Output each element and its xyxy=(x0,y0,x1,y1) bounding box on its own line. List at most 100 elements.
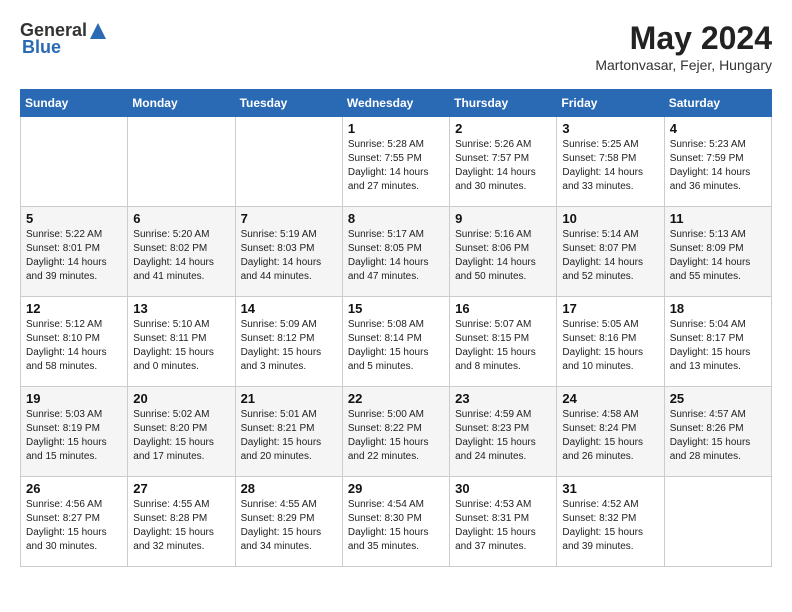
calendar-cell: 6 Sunrise: 5:20 AMSunset: 8:02 PMDaylight… xyxy=(128,207,235,297)
day-number: 28 xyxy=(241,481,337,496)
day-number: 10 xyxy=(562,211,658,226)
logo: General Blue xyxy=(20,20,109,58)
cell-content: Sunrise: 4:55 AMSunset: 8:28 PMDaylight:… xyxy=(133,498,229,554)
cell-content: Sunrise: 5:07 AMSunset: 8:15 PMDaylight:… xyxy=(455,318,551,374)
calendar-cell: 3 Sunrise: 5:25 AMSunset: 7:58 PMDaylight… xyxy=(557,117,664,207)
cell-content: Sunrise: 4:52 AMSunset: 8:32 PMDaylight:… xyxy=(562,498,658,554)
cell-content: Sunrise: 4:57 AMSunset: 8:26 PMDaylight:… xyxy=(670,408,766,464)
day-number: 31 xyxy=(562,481,658,496)
day-number: 2 xyxy=(455,121,551,136)
day-number: 14 xyxy=(241,301,337,316)
calendar-cell: 15Sunrise: 5:08 AMSunset: 8:14 PMDayligh… xyxy=(342,297,449,387)
calendar-cell: 19 Sunrise: 5:03 AMSunset: 8:19 PMDayligh… xyxy=(21,387,128,477)
cell-content: Sunrise: 5:14 AMSunset: 8:07 PMDaylight:… xyxy=(562,228,658,284)
day-number: 7 xyxy=(241,211,337,226)
cell-content: Sunrise: 5:19 AMSunset: 8:03 PMDaylight:… xyxy=(241,228,337,284)
calendar-cell: 26 Sunrise: 4:56 AMSunset: 8:27 PMDayligh… xyxy=(21,477,128,567)
day-number: 1 xyxy=(348,121,444,136)
cell-content: Sunrise: 5:20 AMSunset: 8:02 PMDaylight:… xyxy=(133,228,229,284)
week-row-4: 19 Sunrise: 5:03 AMSunset: 8:19 PMDayligh… xyxy=(21,387,772,477)
cell-content: Sunrise: 4:54 AMSunset: 8:30 PMDaylight:… xyxy=(348,498,444,554)
day-number: 26 xyxy=(26,481,122,496)
cell-content: Sunrise: 5:25 AMSunset: 7:58 PMDaylight:… xyxy=(562,138,658,194)
cell-content: Sunrise: 5:17 AMSunset: 8:05 PMDaylight:… xyxy=(348,228,444,284)
day-number: 16 xyxy=(455,301,551,316)
header-thursday: Thursday xyxy=(450,90,557,117)
cell-content: Sunrise: 5:23 AMSunset: 7:59 PMDaylight:… xyxy=(670,138,766,194)
cell-content: Sunrise: 4:59 AMSunset: 8:23 PMDaylight:… xyxy=(455,408,551,464)
calendar-table: Sunday Monday Tuesday Wednesday Thursday… xyxy=(20,89,772,567)
day-number: 13 xyxy=(133,301,229,316)
calendar-cell: 2 Sunrise: 5:26 AMSunset: 7:57 PMDaylight… xyxy=(450,117,557,207)
calendar-cell: 14 Sunrise: 5:09 AMSunset: 8:12 PMDayligh… xyxy=(235,297,342,387)
calendar-cell: 28 Sunrise: 4:55 AMSunset: 8:29 PMDayligh… xyxy=(235,477,342,567)
cell-content: Sunrise: 5:01 AMSunset: 8:21 PMDaylight:… xyxy=(241,408,337,464)
cell-content: Sunrise: 5:10 AMSunset: 8:11 PMDaylight:… xyxy=(133,318,229,374)
day-number: 5 xyxy=(26,211,122,226)
day-number: 29 xyxy=(348,481,444,496)
calendar-cell: 9 Sunrise: 5:16 AMSunset: 8:06 PMDaylight… xyxy=(450,207,557,297)
day-number: 9 xyxy=(455,211,551,226)
day-number: 11 xyxy=(670,211,766,226)
calendar-cell: 13 Sunrise: 5:10 AMSunset: 8:11 PMDayligh… xyxy=(128,297,235,387)
calendar-cell: 8Sunrise: 5:17 AMSunset: 8:05 PMDaylight… xyxy=(342,207,449,297)
day-number: 3 xyxy=(562,121,658,136)
calendar-cell xyxy=(235,117,342,207)
logo-icon xyxy=(88,21,108,41)
location-subtitle: Martonvasar, Fejer, Hungary xyxy=(595,57,772,73)
page-header: General Blue May 2024 Martonvasar, Fejer… xyxy=(20,20,772,73)
header-wednesday: Wednesday xyxy=(342,90,449,117)
calendar-cell: 21 Sunrise: 5:01 AMSunset: 8:21 PMDayligh… xyxy=(235,387,342,477)
day-number: 19 xyxy=(26,391,122,406)
calendar-cell: 12Sunrise: 5:12 AMSunset: 8:10 PMDayligh… xyxy=(21,297,128,387)
cell-content: Sunrise: 5:00 AMSunset: 8:22 PMDaylight:… xyxy=(348,408,444,464)
calendar-cell: 11 Sunrise: 5:13 AMSunset: 8:09 PMDayligh… xyxy=(664,207,771,297)
cell-content: Sunrise: 5:02 AMSunset: 8:20 PMDaylight:… xyxy=(133,408,229,464)
calendar-cell: 25 Sunrise: 4:57 AMSunset: 8:26 PMDayligh… xyxy=(664,387,771,477)
cell-content: Sunrise: 4:55 AMSunset: 8:29 PMDaylight:… xyxy=(241,498,337,554)
calendar-cell: 22Sunrise: 5:00 AMSunset: 8:22 PMDayligh… xyxy=(342,387,449,477)
cell-content: Sunrise: 5:13 AMSunset: 8:09 PMDaylight:… xyxy=(670,228,766,284)
calendar-cell: 16 Sunrise: 5:07 AMSunset: 8:15 PMDayligh… xyxy=(450,297,557,387)
day-number: 4 xyxy=(670,121,766,136)
title-block: May 2024 Martonvasar, Fejer, Hungary xyxy=(595,20,772,73)
header-friday: Friday xyxy=(557,90,664,117)
header-saturday: Saturday xyxy=(664,90,771,117)
week-row-1: 1 Sunrise: 5:28 AMSunset: 7:55 PMDaylight… xyxy=(21,117,772,207)
day-number: 30 xyxy=(455,481,551,496)
calendar-cell: 20 Sunrise: 5:02 AMSunset: 8:20 PMDayligh… xyxy=(128,387,235,477)
header-tuesday: Tuesday xyxy=(235,90,342,117)
calendar-cell: 31 Sunrise: 4:52 AMSunset: 8:32 PMDayligh… xyxy=(557,477,664,567)
cell-content: Sunrise: 5:28 AMSunset: 7:55 PMDaylight:… xyxy=(348,138,444,194)
header-monday: Monday xyxy=(128,90,235,117)
day-number: 23 xyxy=(455,391,551,406)
day-number: 20 xyxy=(133,391,229,406)
cell-content: Sunrise: 4:56 AMSunset: 8:27 PMDaylight:… xyxy=(26,498,122,554)
day-number: 12 xyxy=(26,301,122,316)
cell-content: Sunrise: 5:03 AMSunset: 8:19 PMDaylight:… xyxy=(26,408,122,464)
day-number: 21 xyxy=(241,391,337,406)
day-number: 25 xyxy=(670,391,766,406)
day-number: 24 xyxy=(562,391,658,406)
calendar-cell: 23 Sunrise: 4:59 AMSunset: 8:23 PMDayligh… xyxy=(450,387,557,477)
day-number: 17 xyxy=(562,301,658,316)
cell-content: Sunrise: 5:16 AMSunset: 8:06 PMDaylight:… xyxy=(455,228,551,284)
cell-content: Sunrise: 5:09 AMSunset: 8:12 PMDaylight:… xyxy=(241,318,337,374)
week-row-3: 12Sunrise: 5:12 AMSunset: 8:10 PMDayligh… xyxy=(21,297,772,387)
days-header-row: Sunday Monday Tuesday Wednesday Thursday… xyxy=(21,90,772,117)
day-number: 15 xyxy=(348,301,444,316)
calendar-cell xyxy=(21,117,128,207)
day-number: 27 xyxy=(133,481,229,496)
calendar-cell: 18Sunrise: 5:04 AMSunset: 8:17 PMDayligh… xyxy=(664,297,771,387)
cell-content: Sunrise: 5:05 AMSunset: 8:16 PMDaylight:… xyxy=(562,318,658,374)
day-number: 6 xyxy=(133,211,229,226)
week-row-5: 26 Sunrise: 4:56 AMSunset: 8:27 PMDayligh… xyxy=(21,477,772,567)
calendar-cell: 24 Sunrise: 4:58 AMSunset: 8:24 PMDayligh… xyxy=(557,387,664,477)
cell-content: Sunrise: 5:26 AMSunset: 7:57 PMDaylight:… xyxy=(455,138,551,194)
header-sunday: Sunday xyxy=(21,90,128,117)
calendar-cell: 10 Sunrise: 5:14 AMSunset: 8:07 PMDayligh… xyxy=(557,207,664,297)
cell-content: Sunrise: 4:53 AMSunset: 8:31 PMDaylight:… xyxy=(455,498,551,554)
cell-content: Sunrise: 4:58 AMSunset: 8:24 PMDaylight:… xyxy=(562,408,658,464)
logo-blue-text: Blue xyxy=(20,37,61,58)
week-row-2: 5Sunrise: 5:22 AMSunset: 8:01 PMDaylight… xyxy=(21,207,772,297)
